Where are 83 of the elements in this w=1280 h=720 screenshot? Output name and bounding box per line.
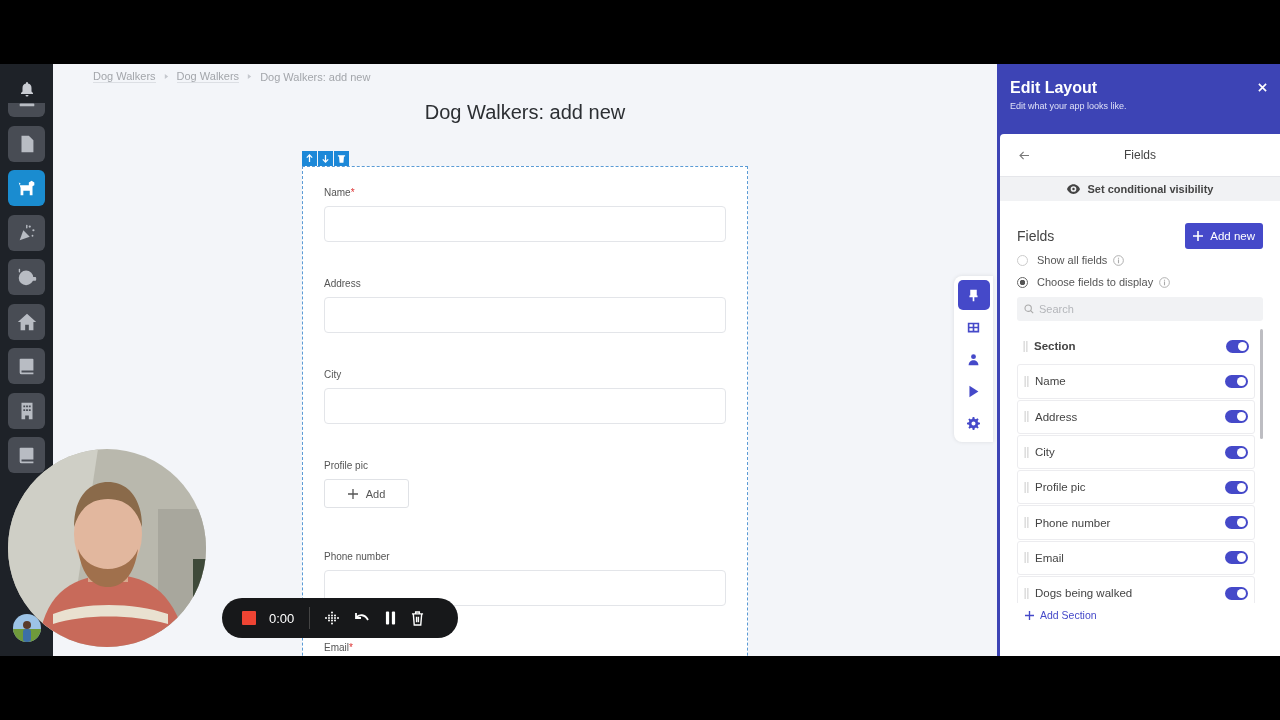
close-icon[interactable] bbox=[1258, 83, 1267, 92]
drag-handle-icon[interactable] bbox=[1023, 340, 1028, 352]
field-label: Name* bbox=[324, 187, 356, 198]
field-row[interactable]: Profile pic bbox=[1017, 470, 1255, 505]
field-label: Phone number bbox=[324, 551, 391, 562]
field-row[interactable]: Address bbox=[1017, 399, 1255, 434]
panel-title: Edit Layout bbox=[1010, 79, 1099, 97]
toggle-switch[interactable] bbox=[1225, 516, 1248, 530]
app-tile[interactable] bbox=[8, 259, 45, 295]
section-row[interactable]: Section bbox=[1017, 329, 1255, 364]
section-title: Fields bbox=[1124, 148, 1156, 162]
app-tile[interactable] bbox=[8, 303, 45, 340]
field-label: Email* bbox=[324, 642, 354, 653]
trash-icon bbox=[337, 154, 346, 163]
play-icon bbox=[967, 384, 980, 398]
option-label[interactable]: Show all fields bbox=[1037, 254, 1108, 266]
field-row[interactable]: City bbox=[1017, 434, 1255, 470]
drag-handle-icon[interactable] bbox=[1024, 552, 1029, 564]
add-new-button[interactable]: Add new bbox=[1185, 223, 1263, 249]
option-label[interactable]: Choose fields to display bbox=[1037, 276, 1154, 288]
person-icon bbox=[967, 352, 980, 366]
add-button[interactable]: Add bbox=[324, 479, 409, 508]
delete-button[interactable] bbox=[334, 151, 349, 166]
plus-icon bbox=[347, 488, 358, 499]
field-row[interactable]: Name bbox=[1017, 364, 1255, 399]
app-tile[interactable] bbox=[8, 348, 45, 384]
info-icon bbox=[1159, 276, 1171, 288]
page-title: Dog Walkers: add new bbox=[424, 101, 626, 124]
field-row[interactable]: Phone number bbox=[1017, 505, 1255, 540]
toggle-switch[interactable] bbox=[1226, 339, 1249, 353]
drag-handle-icon[interactable] bbox=[1024, 411, 1029, 423]
scrollbar[interactable] bbox=[1260, 329, 1263, 439]
fields-heading: Fields bbox=[1017, 228, 1055, 244]
tool-tab[interactable] bbox=[957, 280, 990, 310]
brush-icon bbox=[967, 288, 980, 302]
field-label: City bbox=[324, 369, 343, 380]
panel-subtitle: Edit what your app looks like. bbox=[1010, 101, 1127, 111]
settings-icon bbox=[967, 416, 980, 430]
app-tile[interactable] bbox=[8, 170, 45, 206]
radio-button[interactable] bbox=[1017, 276, 1028, 288]
bell-icon[interactable] bbox=[18, 81, 35, 97]
move-down-button[interactable] bbox=[318, 151, 333, 166]
pause-icon[interactable] bbox=[385, 611, 397, 625]
input-field[interactable] bbox=[324, 206, 726, 242]
field-label: Address bbox=[324, 278, 362, 289]
arrow-down-icon bbox=[321, 154, 330, 163]
grid-dots-icon[interactable] bbox=[325, 611, 340, 625]
recording-time: 0:00 bbox=[269, 610, 295, 626]
toggle-switch[interactable] bbox=[1225, 445, 1248, 459]
add-section-link[interactable]: Add Section bbox=[1025, 609, 1097, 621]
breadcrumb-separator bbox=[247, 74, 253, 79]
table-icon bbox=[967, 320, 980, 334]
back-arrow-icon[interactable] bbox=[1019, 150, 1030, 160]
app-tile[interactable] bbox=[8, 214, 45, 251]
field-label: Profile pic bbox=[324, 460, 369, 471]
toggle-switch[interactable] bbox=[1225, 551, 1248, 565]
info-icon bbox=[1113, 254, 1125, 266]
app-tile[interactable] bbox=[8, 392, 45, 429]
plus-icon bbox=[1193, 231, 1204, 241]
plus-icon bbox=[1025, 610, 1034, 620]
eye-icon bbox=[1066, 184, 1080, 194]
breadcrumb-separator bbox=[163, 74, 169, 79]
input-field[interactable] bbox=[324, 297, 726, 333]
trash-icon[interactable] bbox=[411, 610, 425, 626]
toggle-switch[interactable] bbox=[1225, 480, 1248, 494]
move-up-button[interactable] bbox=[302, 151, 317, 166]
arrow-up-icon bbox=[305, 154, 314, 163]
toggle-switch[interactable] bbox=[1225, 586, 1248, 600]
app-tile[interactable] bbox=[8, 125, 45, 162]
toggle-switch[interactable] bbox=[1225, 410, 1248, 424]
drag-handle-icon[interactable] bbox=[1024, 481, 1029, 493]
drag-handle-icon[interactable] bbox=[1024, 587, 1029, 599]
drag-handle-icon[interactable] bbox=[1024, 446, 1029, 458]
conditional-visibility-button[interactable]: Set conditional visibility bbox=[1000, 177, 1280, 201]
search-field[interactable]: Search bbox=[1017, 297, 1263, 321]
drag-handle-icon[interactable] bbox=[1024, 517, 1029, 529]
drag-handle-icon[interactable] bbox=[1024, 375, 1029, 387]
input-field[interactable] bbox=[324, 570, 726, 606]
search-icon bbox=[1024, 304, 1034, 314]
field-row[interactable]: Email bbox=[1017, 540, 1255, 576]
field-row[interactable]: Dogs being walked bbox=[1017, 576, 1255, 603]
toggle-switch[interactable] bbox=[1225, 374, 1248, 388]
input-field[interactable] bbox=[324, 388, 726, 424]
